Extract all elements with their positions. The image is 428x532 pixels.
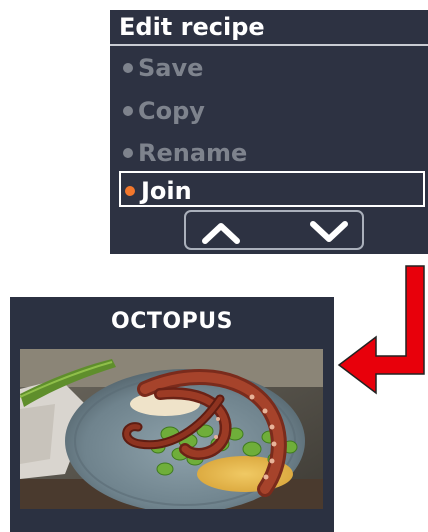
bullet-icon (123, 63, 133, 73)
menu-item-label: Rename (138, 139, 248, 167)
menu-item-label: Copy (138, 97, 205, 125)
menu-item-rename[interactable]: Rename (110, 133, 428, 173)
menu-item-join[interactable]: Join (119, 171, 425, 207)
edit-recipe-menu: Edit recipe Save Copy Rename Join (110, 10, 428, 254)
chevron-up-icon (202, 223, 240, 244)
menu-item-label: Join (141, 177, 192, 205)
menu-title: Edit recipe (119, 13, 265, 41)
menu-item-save[interactable]: Save (110, 48, 428, 88)
octopus-dish-photo (20, 349, 323, 509)
menu-item-copy[interactable]: Copy (110, 91, 428, 131)
recipe-card[interactable]: OCTOPUS (10, 297, 334, 532)
recipe-photo (20, 349, 323, 509)
screen: Edit recipe Save Copy Rename Join OCTOPU… (0, 0, 428, 532)
selected-bullet-icon (125, 186, 135, 196)
scroll-up-button[interactable] (196, 218, 246, 246)
chevron-down-icon (310, 221, 348, 242)
red-elbow-arrow-icon (337, 265, 425, 395)
recipe-title: OCTOPUS (111, 309, 233, 334)
menu-item-label: Save (138, 54, 204, 82)
scroll-down-button[interactable] (304, 218, 354, 246)
bullet-icon (123, 106, 133, 116)
title-divider (110, 44, 428, 46)
navigation-buttons (184, 210, 364, 250)
bullet-icon (123, 148, 133, 158)
pointer-arrow (336, 265, 428, 395)
